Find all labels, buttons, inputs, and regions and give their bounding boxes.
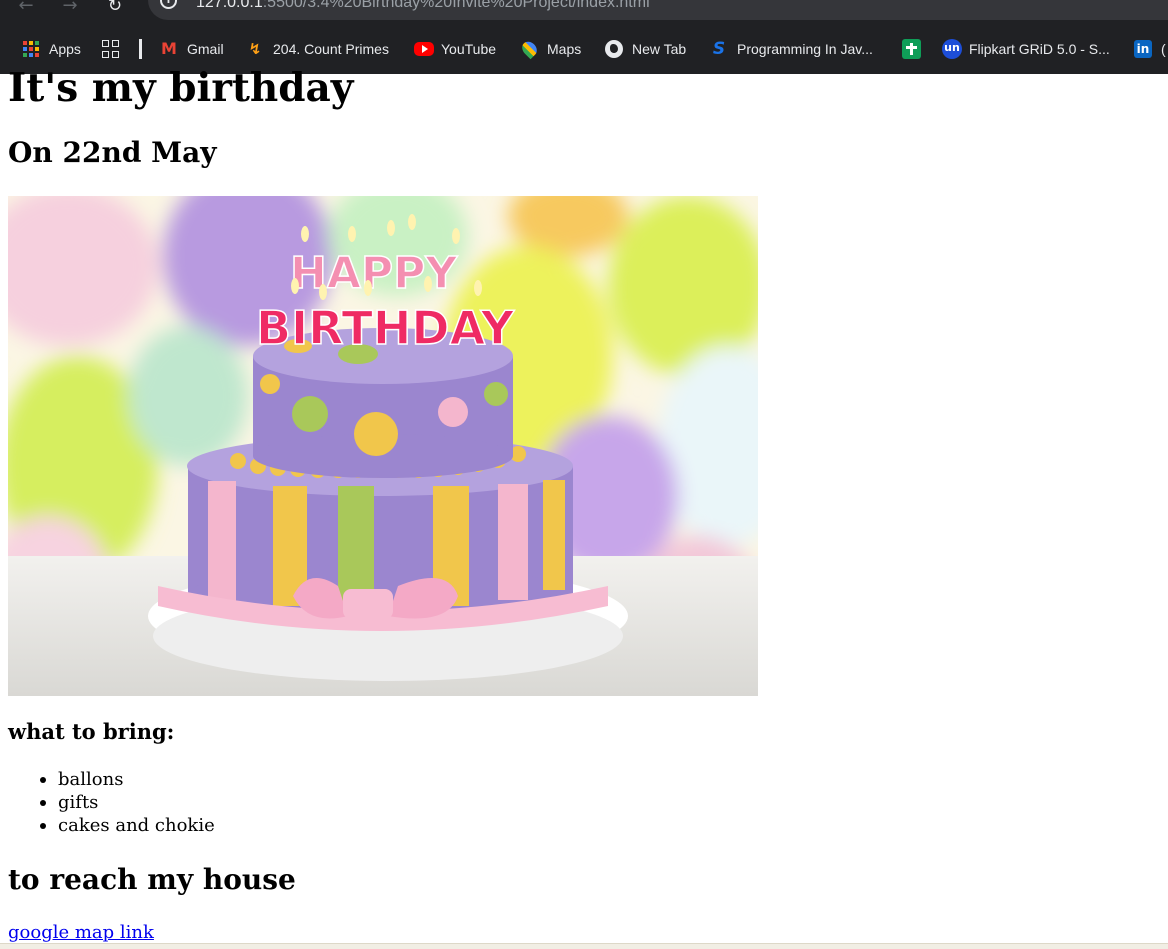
- tab-groups-icon: [102, 40, 120, 58]
- page-title: It's my birthday: [8, 65, 354, 111]
- cake-letters-bottom: BIRTHDAY: [256, 301, 515, 355]
- url-host: 127.0.0.1: [196, 0, 263, 11]
- bookmark-label: 204. Count Primes: [273, 41, 389, 57]
- leetcode-icon: ↯: [248, 40, 262, 58]
- gmail-icon: M: [161, 39, 177, 58]
- browser-chrome: ← → ↻ i 127.0.0.1:5500/3.4%20Birthday%20…: [0, 0, 1168, 74]
- unstop-icon: un: [942, 39, 962, 59]
- youtube-icon: [414, 42, 434, 56]
- browser-toolbar: ← → ↻ i 127.0.0.1:5500/3.4%20Birthday%20…: [0, 0, 1168, 24]
- apps-grid-icon: [22, 40, 40, 58]
- bookmark-label: Maps: [547, 41, 582, 57]
- bookmark-label: Programming In Jav...: [737, 41, 873, 57]
- bookmark-label: (: [1161, 41, 1166, 57]
- bring-list: ballons gifts cakes and chokie: [8, 768, 215, 837]
- bookmarks-separator: [139, 39, 142, 59]
- swayam-icon: S: [712, 39, 726, 59]
- bring-heading: what to bring:: [8, 719, 175, 744]
- cake-letters-top: HAPPY: [290, 248, 458, 299]
- event-date: On 22nd May: [8, 136, 217, 169]
- page-bottom-edge: [0, 943, 1168, 949]
- bookmark-label: YouTube: [441, 41, 497, 57]
- maps-icon: [519, 38, 540, 60]
- reach-heading: to reach my house: [8, 863, 296, 896]
- forward-arrow-icon[interactable]: →: [58, 0, 82, 18]
- url-path: :5500/3.4%20Birthday%20Invite%20Project/…: [262, 0, 650, 11]
- bookmark-label: New Tab: [632, 41, 687, 57]
- reload-icon[interactable]: ↻: [103, 0, 127, 18]
- linkedin-icon: in: [1134, 40, 1152, 58]
- list-item: gifts: [8, 791, 215, 814]
- url-text[interactable]: 127.0.0.1:5500/3.4%20Birthday%20Invite%2…: [196, 0, 650, 13]
- list-item: ballons: [8, 768, 215, 791]
- list-item: cakes and chokie: [8, 814, 215, 837]
- bookmark-label: Gmail: [187, 41, 224, 57]
- back-arrow-icon[interactable]: ←: [14, 0, 38, 18]
- bookmark-label: Flipkart GRiD 5.0 - S...: [969, 41, 1110, 57]
- globe-icon: [605, 40, 623, 58]
- birthday-cake-image: HAPPY BIRTHDAY: [8, 196, 758, 696]
- sheets-icon: [902, 39, 921, 59]
- google-map-link[interactable]: google map link: [8, 922, 154, 944]
- bookmark-label: Apps: [49, 41, 81, 57]
